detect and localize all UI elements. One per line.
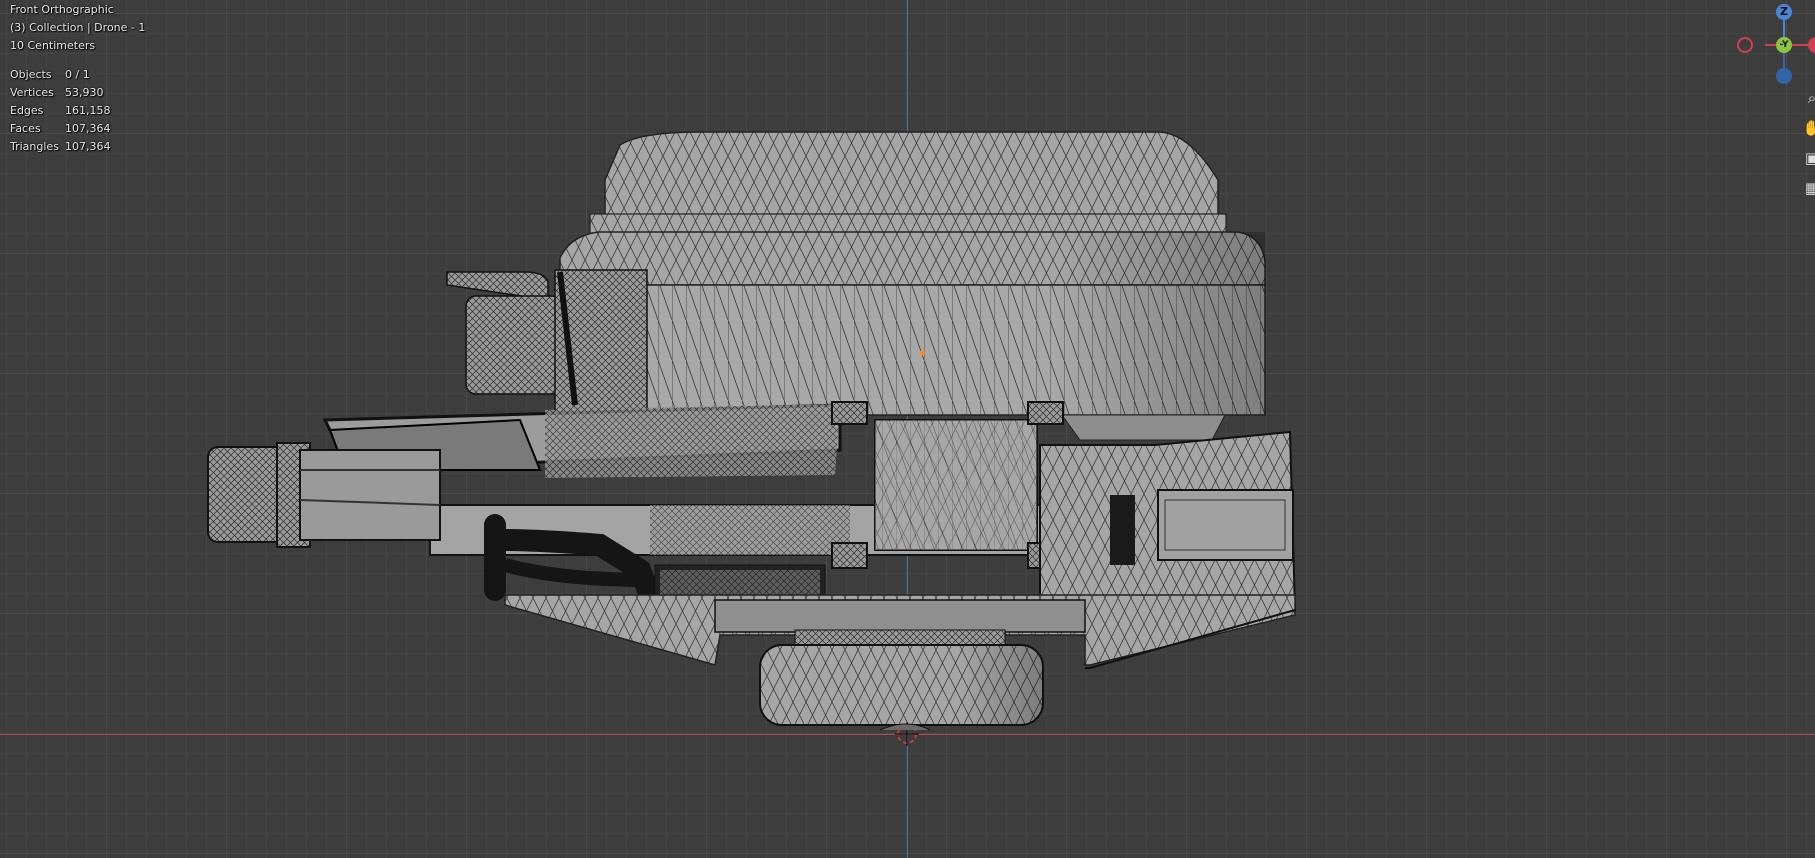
3d-viewport[interactable]: Front Orthographic (3) Collection | Dron… xyxy=(0,0,1815,858)
stat-triangles: Triangles 107,364 xyxy=(10,140,111,153)
camera-icon[interactable]: ▣ xyxy=(1802,148,1815,168)
gizmo-neg-y-axis[interactable]: -Y xyxy=(1776,37,1792,53)
stat-vertices: Vertices 53,930 xyxy=(10,86,104,99)
collection-info: (3) Collection | Drone - 1 xyxy=(10,21,146,34)
grid-icon[interactable]: ▦ xyxy=(1802,178,1815,198)
gizmo-neg-x-axis[interactable] xyxy=(1737,37,1753,53)
pan-hand-icon[interactable]: ✋ xyxy=(1802,118,1815,138)
navigation-gizmo[interactable]: Z -Y xyxy=(1737,0,1815,90)
drone-mesh[interactable] xyxy=(0,0,1815,858)
gizmo-z-axis[interactable]: Z xyxy=(1776,4,1792,20)
view-name: Front Orthographic xyxy=(10,3,114,16)
origin-point xyxy=(919,350,925,356)
stat-edges: Edges 161,158 xyxy=(10,104,111,117)
gizmo-neg-z-axis[interactable] xyxy=(1776,68,1792,84)
stat-objects: Objects 0 / 1 xyxy=(10,68,90,81)
stat-faces: Faces 107,364 xyxy=(10,122,111,135)
zoom-icon[interactable]: ⌕ xyxy=(1802,88,1815,108)
dome-top xyxy=(604,131,1219,219)
statistics-overlay: Objects 0 / 1 Vertices 53,930 Edges 161,158… xyxy=(10,66,111,156)
grid-scale: 10 Centimeters xyxy=(10,39,96,52)
